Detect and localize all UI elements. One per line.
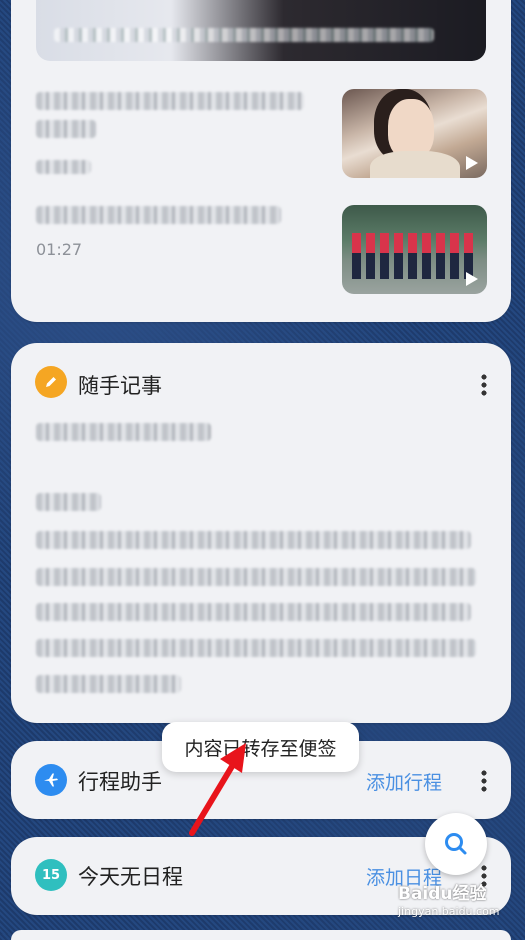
note-line-blur <box>36 568 476 586</box>
calendar-icon: 15 <box>35 859 67 891</box>
news-card: 01:27 <box>11 0 511 322</box>
video-banner[interactable] <box>36 0 486 61</box>
banner-caption-blur <box>54 28 434 42</box>
note-line-blur <box>36 639 476 657</box>
news-title-blur <box>36 92 304 110</box>
watermark-url: jingyan.baidu.com <box>398 905 500 918</box>
notes-card-title: 随手记事 <box>78 374 162 398</box>
add-trip-link[interactable]: 添加行程 <box>366 768 442 795</box>
play-icon <box>466 272 478 286</box>
list-item[interactable]: 01:27 <box>11 198 511 298</box>
note-line-blur <box>36 675 181 693</box>
notes-card: 随手记事 <box>11 343 511 723</box>
note-line-blur <box>36 603 471 621</box>
note-content[interactable] <box>11 413 511 703</box>
play-icon <box>466 156 478 170</box>
video-duration: 01:27 <box>36 240 83 259</box>
note-line-blur <box>36 493 101 511</box>
more-vertical-icon[interactable] <box>481 769 487 793</box>
note-line-blur <box>36 423 211 441</box>
calendar-day: 15 <box>41 867 61 883</box>
watermark-logo-text: Baidu经验 <box>398 884 487 904</box>
search-icon <box>445 833 467 855</box>
note-line-blur <box>36 531 471 549</box>
news-meta-blur <box>36 160 91 174</box>
video-thumbnail-woman[interactable] <box>342 89 487 178</box>
video-thumbnail-dancers[interactable] <box>342 205 487 294</box>
more-vertical-icon[interactable] <box>481 373 487 397</box>
news-title-blur <box>36 206 281 224</box>
pencil-icon <box>35 366 67 398</box>
watermark: Baidu经验 jingyan.baidu.com <box>398 883 525 934</box>
annotation-arrow <box>189 743 246 836</box>
search-button[interactable] <box>425 813 487 875</box>
list-item[interactable] <box>11 80 511 190</box>
trip-card-title: 行程助手 <box>78 770 162 794</box>
news-title-blur <box>36 120 96 138</box>
schedule-card-title: 今天无日程 <box>78 865 183 889</box>
airplane-icon <box>35 764 67 796</box>
